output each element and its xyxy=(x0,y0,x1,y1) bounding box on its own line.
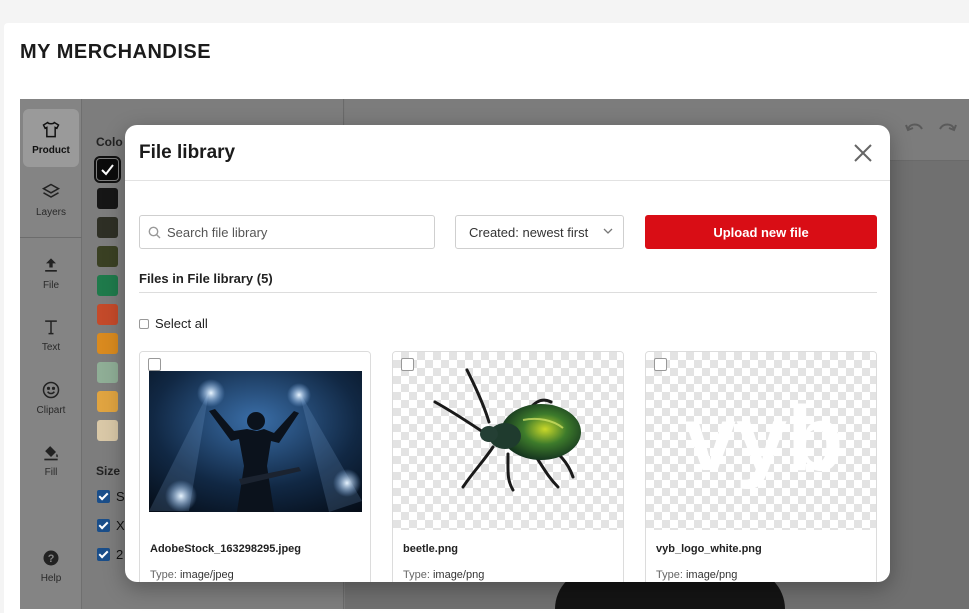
sort-value: Created: newest first xyxy=(469,224,589,240)
tool-text[interactable]: Text xyxy=(23,306,79,364)
color-label: Colo xyxy=(96,135,123,149)
color-swatch[interactable] xyxy=(97,275,118,296)
svg-text:?: ? xyxy=(48,553,55,565)
logo-text: vyb xyxy=(685,388,844,490)
checkbox-checked[interactable] xyxy=(97,548,110,561)
modal-title: File library xyxy=(139,142,236,163)
select-all-label: Select all xyxy=(155,316,208,331)
help-icon: ? xyxy=(43,550,59,566)
text-icon xyxy=(45,320,57,335)
color-swatch[interactable] xyxy=(97,304,118,325)
color-swatch[interactable] xyxy=(94,156,121,183)
tool-label: Product xyxy=(32,145,70,156)
size-option[interactable]: X xyxy=(97,518,125,533)
tool-fill[interactable]: Fill xyxy=(23,431,79,489)
rail-divider xyxy=(20,237,82,238)
size-value: X xyxy=(116,518,125,533)
close-icon[interactable] xyxy=(852,142,874,164)
upload-icon xyxy=(45,258,57,272)
beetle-image xyxy=(433,368,581,492)
file-checkbox[interactable] xyxy=(654,358,667,371)
tool-file[interactable]: File xyxy=(23,244,79,302)
color-swatch[interactable] xyxy=(97,188,118,209)
color-swatch[interactable] xyxy=(97,217,118,238)
size-value: 2 xyxy=(116,547,124,562)
divider xyxy=(139,292,877,293)
page-title: MY MERCHANDISE xyxy=(20,41,212,63)
concert-photo xyxy=(149,371,362,512)
file-type: Type: image/png xyxy=(656,569,737,581)
search-field[interactable] xyxy=(139,215,435,249)
file-name: AdobeStock_163298295.jpeg xyxy=(150,543,302,555)
tool-label: File xyxy=(42,280,60,291)
type-prefix: Type: xyxy=(656,569,683,581)
tool-label: Help xyxy=(40,573,62,584)
file-card[interactable]: beetle.png Type: image/png xyxy=(392,351,624,582)
type-prefix: Type: xyxy=(150,569,177,581)
file-card[interactable]: vyb vyb_logo_white.png Type: image/png xyxy=(645,351,877,582)
search-icon xyxy=(148,226,161,238)
size-option[interactable]: 2 xyxy=(97,547,123,562)
file-type-value: image/png xyxy=(685,569,738,581)
size-value: S xyxy=(116,489,125,504)
file-thumbnail[interactable]: vyb xyxy=(646,352,876,530)
file-thumbnail[interactable] xyxy=(140,352,370,530)
file-checkbox[interactable] xyxy=(148,358,161,371)
file-checkbox[interactable] xyxy=(401,358,414,371)
tool-label: Layers xyxy=(35,207,66,218)
file-library-modal: File library Created: newest first Uploa… xyxy=(125,125,890,582)
tool-help[interactable]: ? Help xyxy=(23,537,79,595)
size-label: Size xyxy=(96,464,121,478)
tool-label: Fill xyxy=(44,467,58,478)
color-swatch[interactable] xyxy=(97,246,118,267)
select-all[interactable]: Select all xyxy=(139,316,208,331)
modal-header: File library xyxy=(125,125,890,181)
redo-icon[interactable] xyxy=(937,121,957,137)
tool-product[interactable]: Product xyxy=(23,109,79,167)
smiley-icon xyxy=(42,381,60,399)
tool-layers[interactable]: Layers xyxy=(23,171,79,229)
color-swatch[interactable] xyxy=(97,362,118,383)
tshirt-icon xyxy=(42,121,60,138)
select-all-checkbox[interactable] xyxy=(139,318,149,329)
sort-select[interactable]: Created: newest first xyxy=(455,215,624,249)
file-name: vyb_logo_white.png xyxy=(656,543,762,555)
file-card[interactable]: AdobeStock_163298295.jpeg Type: image/jp… xyxy=(139,351,371,582)
layers-icon xyxy=(41,183,61,198)
size-option[interactable]: S xyxy=(97,489,125,504)
search-input[interactable] xyxy=(167,224,417,240)
tool-rail: Product Layers File Text Clipart Fill ? … xyxy=(20,99,82,609)
vyb-logo-image: vyb xyxy=(685,388,844,490)
chevron-down-icon xyxy=(603,228,613,234)
file-name: beetle.png xyxy=(403,543,459,555)
color-swatch[interactable] xyxy=(97,391,118,412)
tool-clipart[interactable]: Clipart xyxy=(23,369,79,427)
file-type: Type: image/png xyxy=(403,569,484,581)
file-type: Type: image/jpeg xyxy=(150,569,234,581)
upload-new-file-button[interactable]: Upload new file xyxy=(645,215,877,249)
paint-bucket-icon xyxy=(44,446,58,461)
checkbox-checked[interactable] xyxy=(97,519,110,532)
check-icon xyxy=(101,164,114,176)
checkbox-checked[interactable] xyxy=(97,490,110,503)
file-type-value: image/jpeg xyxy=(179,569,234,581)
tool-label: Text xyxy=(41,342,61,353)
tool-label: Clipart xyxy=(36,405,66,416)
file-thumbnail[interactable] xyxy=(393,352,623,530)
file-type-value: image/png xyxy=(432,569,485,581)
files-count-heading: Files in File library (5) xyxy=(139,271,273,286)
color-swatch[interactable] xyxy=(97,333,118,354)
color-swatch[interactable] xyxy=(97,420,118,441)
undo-icon[interactable] xyxy=(905,121,925,137)
type-prefix: Type: xyxy=(403,569,430,581)
